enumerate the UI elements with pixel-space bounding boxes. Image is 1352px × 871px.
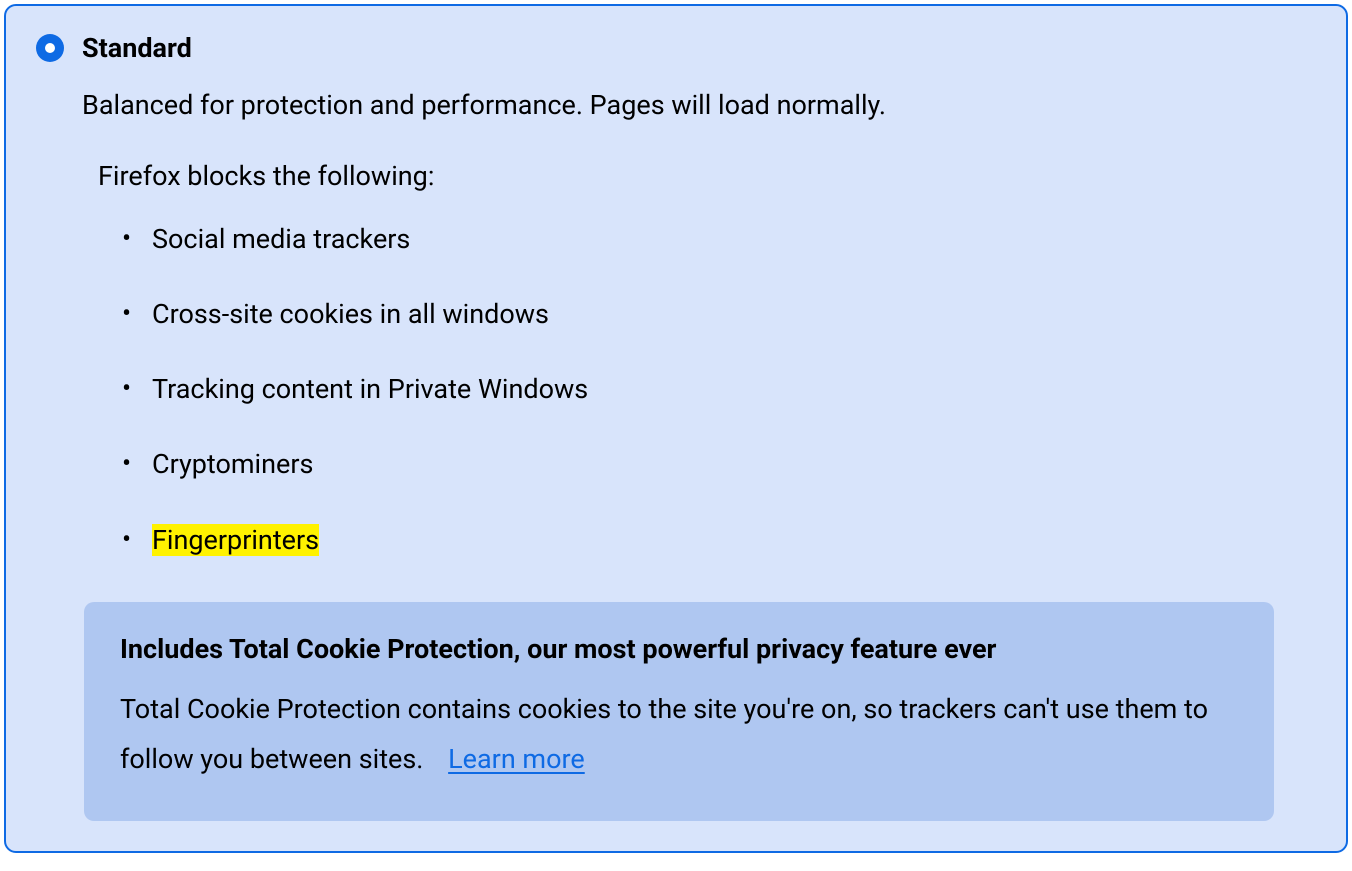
mode-title: Standard: [82, 32, 192, 64]
list-item: Tracking content in Private Windows: [116, 372, 1316, 407]
blocks-list: Social media trackers Cross-site cookies…: [116, 222, 1316, 557]
list-item-label-highlight: Fingerprinters: [152, 524, 319, 556]
list-item-label: Social media trackers: [152, 223, 410, 255]
protection-standard-card: Standard Balanced for protection and per…: [4, 4, 1348, 853]
list-item: Cross-site cookies in all windows: [116, 297, 1316, 332]
list-item-label: Cross-site cookies in all windows: [152, 298, 549, 330]
infobox-description-text: Total Cookie Protection contains cookies…: [120, 693, 1208, 775]
list-item: Social media trackers: [116, 222, 1316, 257]
learn-more-link[interactable]: Learn more: [448, 743, 585, 775]
total-cookie-protection-infobox: Includes Total Cookie Protection, our mo…: [84, 602, 1274, 821]
mode-header[interactable]: Standard: [36, 32, 1316, 64]
infobox-description: Total Cookie Protection contains cookies…: [120, 685, 1238, 785]
radio-selected-icon[interactable]: [36, 34, 64, 62]
list-item: Fingerprinters: [116, 523, 1316, 558]
blocks-heading: Firefox blocks the following:: [98, 159, 1316, 194]
radio-dot: [45, 43, 55, 53]
mode-description: Balanced for protection and performance.…: [82, 88, 1316, 123]
infobox-title: Includes Total Cookie Protection, our mo…: [120, 632, 1238, 667]
list-item: Cryptominers: [116, 447, 1316, 482]
list-item-label: Tracking content in Private Windows: [152, 373, 588, 405]
list-item-label: Cryptominers: [152, 448, 313, 480]
